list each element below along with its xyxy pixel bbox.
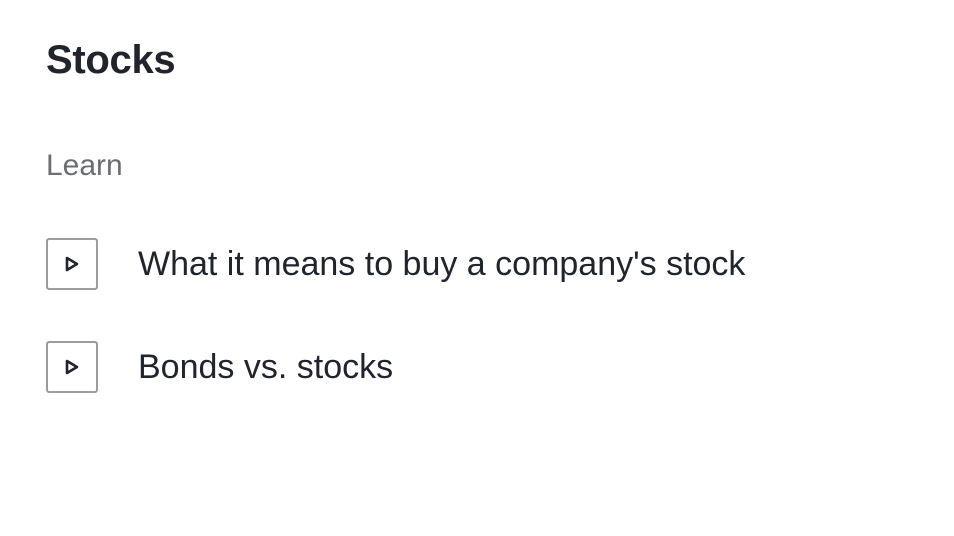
lesson-item[interactable]: Bonds vs. stocks <box>46 339 745 395</box>
play-button[interactable] <box>46 238 98 290</box>
lesson-item[interactable]: What it means to buy a company's stock <box>46 236 745 292</box>
lesson-link-label[interactable]: Bonds vs. stocks <box>138 347 393 387</box>
play-icon <box>65 256 79 272</box>
lesson-link-label[interactable]: What it means to buy a company's stock <box>138 244 745 284</box>
page-title: Stocks <box>46 38 176 82</box>
play-icon <box>65 359 79 375</box>
play-button[interactable] <box>46 341 98 393</box>
section-heading-learn: Learn <box>46 149 123 182</box>
lesson-list: What it means to buy a company's stock B… <box>46 236 745 442</box>
